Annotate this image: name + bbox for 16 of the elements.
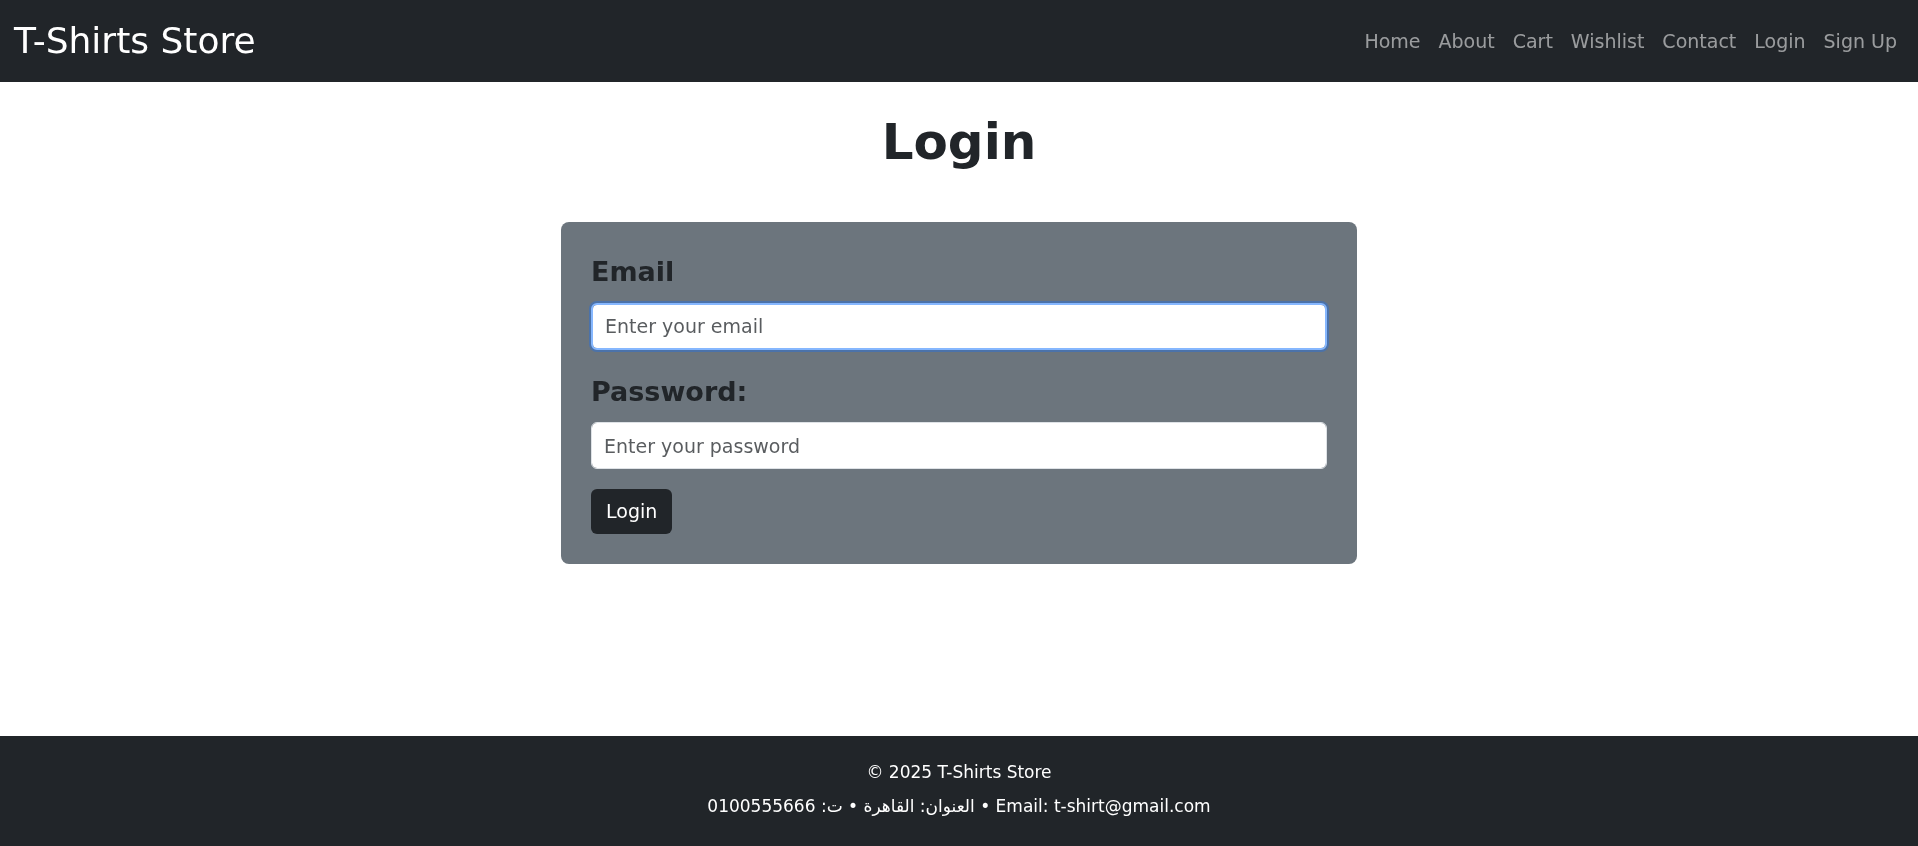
login-button[interactable]: Login	[591, 489, 673, 534]
nav-link[interactable]: About	[1429, 26, 1504, 56]
nav-link[interactable]: Cart	[1503, 26, 1562, 56]
nav-link[interactable]: Sign Up	[1814, 26, 1906, 56]
copyright-text: © 2025 T-Shirts Store	[866, 762, 1052, 782]
email-field[interactable]: Enter your email	[591, 302, 1327, 350]
field-label: Password:	[591, 374, 749, 409]
nav-link[interactable]: Login	[1745, 26, 1815, 56]
nav-link[interactable]: Contact	[1653, 26, 1746, 56]
nav-link[interactable]: Wishlist	[1561, 26, 1654, 56]
nav-link[interactable]: Home	[1355, 26, 1430, 56]
page-title: Login	[881, 112, 1037, 172]
brand-link[interactable]: T-Shirts Store	[14, 14, 256, 68]
field-label: Email	[591, 255, 676, 289]
password-field[interactable]: Enter your password	[591, 422, 1327, 469]
contact-text: Email: t-shirt@gmail.com • العنوان: القاهرة • ت: 0100555666	[707, 795, 1211, 816]
